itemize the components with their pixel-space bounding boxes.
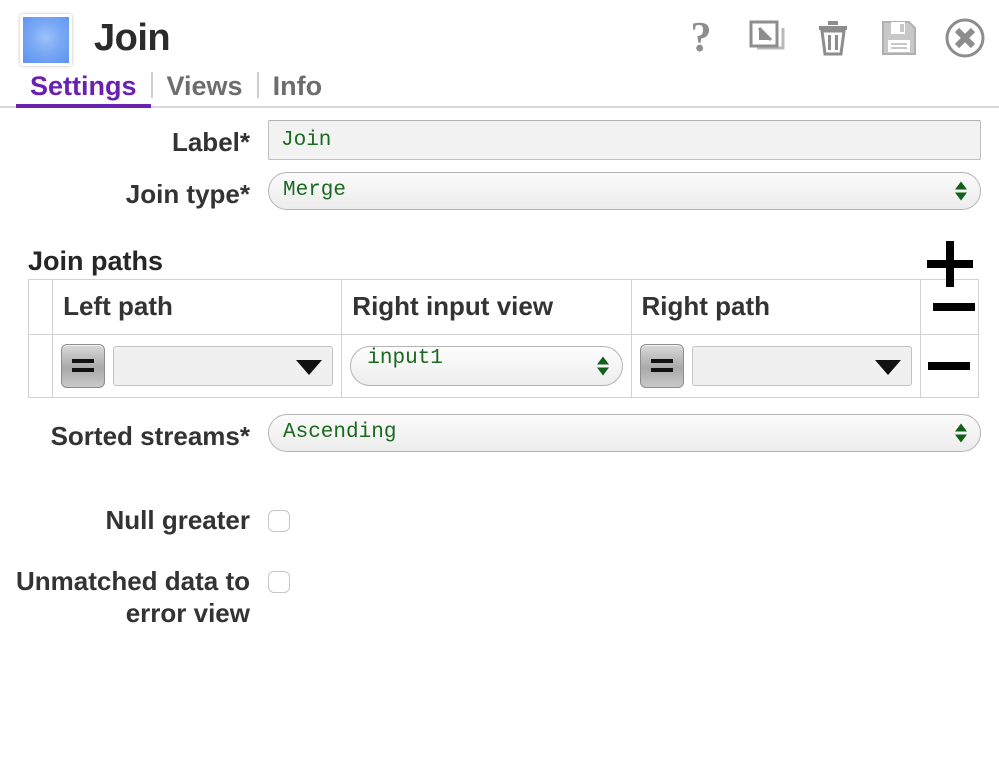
sorted-streams-select[interactable]: Ascending: [268, 413, 981, 452]
page-title: Join: [94, 17, 171, 59]
join-paths-table: Left path Right input view Right path in…: [27, 278, 980, 398]
field-row-null-greater: Null greater: [0, 498, 999, 537]
window-header: Join ?: [0, 0, 999, 66]
unmatched-error-view-caption: Unmatched data to error view: [15, 566, 250, 628]
minus-icon: [928, 361, 971, 370]
equals-icon: [650, 359, 673, 373]
restore-icon[interactable]: [745, 16, 789, 60]
delete-icon[interactable]: [811, 16, 855, 60]
remove-row-button[interactable]: [919, 333, 980, 398]
row-handle-cell: [27, 333, 54, 398]
right-input-view-cell: input1: [341, 333, 632, 398]
settings-form: Label* Join type* Merge Join paths: [0, 108, 999, 630]
help-icon[interactable]: ?: [679, 16, 723, 60]
join-paths-table-wrap: Left path Right input view Right path in…: [0, 278, 999, 398]
chevron-down-icon: [874, 359, 901, 375]
left-path-cell: [52, 333, 343, 398]
tab-bar: Settings Views Info: [0, 62, 999, 108]
table-row: input1: [27, 333, 980, 398]
equals-icon: [72, 359, 95, 373]
right-path-cell: [630, 333, 921, 398]
close-icon[interactable]: [943, 16, 987, 60]
node-square-icon: [20, 14, 72, 66]
col-header-left-path: Left path: [52, 278, 343, 335]
col-header-handle: [27, 278, 54, 335]
chevron-down-icon: [296, 359, 323, 375]
tab-views[interactable]: Views: [153, 73, 257, 106]
unmatched-error-view-field-wrap: [268, 559, 290, 594]
field-row-sorted-streams: Sorted streams* Ascending: [0, 413, 999, 453]
right-input-view-select[interactable]: input1: [350, 345, 623, 386]
label-field-wrap: [268, 120, 999, 160]
right-operator-button[interactable]: [639, 343, 684, 388]
null-greater-field-wrap: [268, 498, 290, 533]
join-type-select[interactable]: Merge: [268, 172, 981, 210]
label-input[interactable]: [268, 120, 981, 160]
help-glyph: ?: [690, 15, 712, 61]
null-greater-caption: Null greater: [105, 505, 251, 536]
field-row-join-type: Join type* Merge: [0, 172, 999, 211]
plus-icon: [927, 240, 973, 287]
save-icon[interactable]: [877, 16, 921, 60]
field-row-label: Label*: [0, 120, 999, 160]
left-path-combobox[interactable]: [113, 345, 334, 386]
tab-info[interactable]: Info: [259, 73, 336, 106]
toolbar: ?: [679, 16, 991, 60]
sorted-streams-field-wrap: Ascending: [268, 413, 999, 452]
join-paths-title: Join paths: [28, 245, 164, 276]
col-header-right-path: Right path: [630, 278, 921, 335]
join-type-field-wrap: Merge: [268, 172, 999, 210]
tab-settings[interactable]: Settings: [16, 73, 151, 108]
label-field-caption: Label*: [171, 127, 250, 157]
table-header-row: Left path Right input view Right path: [27, 278, 980, 335]
col-header-right-input-view: Right input view: [341, 278, 632, 335]
join-paths-header: Join paths: [0, 223, 999, 287]
unmatched-error-view-checkbox[interactable]: [268, 571, 290, 594]
right-path-combobox[interactable]: [691, 345, 912, 386]
remove-all-rows-button[interactable]: [919, 278, 980, 335]
null-greater-checkbox[interactable]: [268, 510, 290, 533]
add-join-path-button[interactable]: [921, 240, 979, 287]
join-type-caption: Join type*: [125, 179, 250, 209]
sorted-streams-caption: Sorted streams*: [50, 420, 250, 451]
minus-icon: [933, 302, 976, 311]
field-row-unmatched-error-view: Unmatched data to error view: [0, 559, 999, 629]
left-operator-button[interactable]: [61, 343, 106, 388]
